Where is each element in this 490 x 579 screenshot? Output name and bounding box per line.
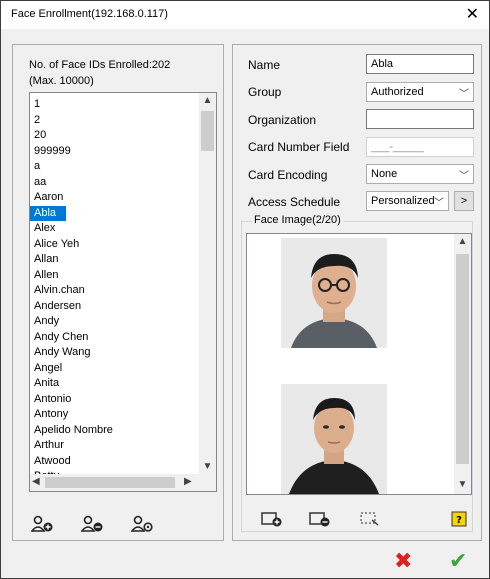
enrolled-count: No. of Face IDs Enrolled:202 (Max. 10000… bbox=[29, 57, 170, 89]
scroll-up-icon[interactable]: ▲ bbox=[454, 236, 471, 247]
group-select-value: Authorized bbox=[371, 86, 424, 98]
name-input[interactable]: Abla bbox=[366, 54, 474, 74]
add-photo-icon[interactable] bbox=[261, 511, 283, 527]
face-id-list[interactable]: 1 2 20 999999 a aa Aaron Abla Alex Alice Yeh Allan… bbox=[29, 92, 217, 492]
face-id-list-items: 1 2 20 999999 a aa Aaron Abla Alex Alice Yeh Allan… bbox=[30, 97, 198, 485]
svg-text:?: ? bbox=[456, 515, 462, 526]
list-item[interactable]: Allan bbox=[30, 252, 198, 268]
hscroll-thumb[interactable] bbox=[45, 477, 175, 488]
list-item[interactable]: Angel bbox=[30, 361, 198, 377]
face-photo-1[interactable] bbox=[281, 238, 387, 348]
list-item[interactable]: 999999 bbox=[30, 144, 198, 160]
chevron-down-icon: ﹀ bbox=[434, 198, 444, 209]
list-item[interactable]: Alvin.chan bbox=[30, 283, 198, 299]
group-select[interactable]: Authorized ﹀ bbox=[366, 82, 474, 102]
list-item[interactable]: a bbox=[30, 159, 198, 175]
card-number-input[interactable]: ___-_____ bbox=[366, 137, 474, 157]
list-item[interactable]: Apelido Nombre bbox=[30, 423, 198, 439]
list-item[interactable]: Abla bbox=[30, 205, 66, 221]
face-scroll-thumb[interactable] bbox=[456, 254, 469, 464]
list-item[interactable]: Arthur bbox=[30, 438, 198, 454]
search-user-icon[interactable] bbox=[130, 515, 155, 533]
list-item[interactable]: Alice Yeh bbox=[30, 237, 198, 253]
scroll-right-icon[interactable]: ▶ bbox=[184, 476, 192, 487]
access-schedule-label: Access Schedule bbox=[248, 195, 341, 209]
title-bar: Face Enrollment(192.168.0.117) ✕ bbox=[1, 1, 489, 29]
scroll-down-icon[interactable]: ▼ bbox=[454, 479, 471, 490]
add-user-icon[interactable] bbox=[30, 515, 55, 533]
face-image-box[interactable]: ▲ ▼ bbox=[246, 233, 472, 495]
delete-photo-icon[interactable] bbox=[309, 511, 331, 527]
window-title: Face Enrollment(192.168.0.117) bbox=[11, 8, 168, 20]
face-photo-2[interactable] bbox=[281, 384, 387, 494]
cancel-button[interactable]: ✖ bbox=[394, 548, 412, 574]
list-item[interactable]: 20 bbox=[30, 128, 198, 144]
list-item[interactable]: aa bbox=[30, 175, 198, 191]
list-item[interactable]: Andy bbox=[30, 314, 198, 330]
list-horizontal-scrollbar[interactable]: ◀ ▶ bbox=[30, 474, 216, 491]
list-item[interactable]: Anita bbox=[30, 376, 198, 392]
list-item[interactable]: Allen bbox=[30, 268, 198, 284]
enrolled-count-text: No. of Face IDs Enrolled:202 bbox=[29, 59, 171, 71]
scroll-down-icon[interactable]: ▼ bbox=[199, 461, 216, 472]
access-schedule-select[interactable]: Personalized ﹀ bbox=[366, 191, 449, 211]
face-image-label: Face Image(2/20) bbox=[252, 214, 343, 226]
user-details-panel: Name Abla Group Authorized ﹀ Organizatio… bbox=[232, 44, 482, 541]
card-encoding-select[interactable]: None ﹀ bbox=[366, 164, 474, 184]
list-item[interactable]: Atwood bbox=[30, 454, 198, 470]
card-encoding-label: Card Encoding bbox=[248, 168, 328, 182]
list-item[interactable]: Andy Chen bbox=[30, 330, 198, 346]
card-encoding-value: None bbox=[371, 168, 398, 180]
crop-icon[interactable] bbox=[359, 511, 381, 527]
list-item[interactable]: Andy Wang bbox=[30, 345, 198, 361]
access-schedule-value: Personalized bbox=[371, 195, 435, 207]
chevron-down-icon: ﹀ bbox=[459, 171, 469, 182]
close-icon[interactable]: ✕ bbox=[466, 4, 479, 24]
list-item[interactable]: 2 bbox=[30, 113, 198, 129]
chevron-down-icon: ﹀ bbox=[459, 89, 469, 100]
list-item[interactable]: Antonio bbox=[30, 392, 198, 408]
schedule-detail-button[interactable]: > bbox=[454, 191, 474, 211]
organization-input[interactable] bbox=[366, 109, 474, 129]
card-number-label: Card Number Field bbox=[248, 140, 350, 154]
remove-user-icon[interactable] bbox=[80, 515, 105, 533]
max-count-text: (Max. 10000) bbox=[29, 75, 94, 87]
list-item[interactable]: Andersen bbox=[30, 299, 198, 315]
organization-label: Organization bbox=[248, 113, 317, 127]
face-scrollbar[interactable]: ▲ ▼ bbox=[454, 234, 471, 494]
list-item[interactable]: 1 bbox=[30, 97, 198, 113]
list-item[interactable]: Alex bbox=[30, 221, 198, 237]
scroll-up-icon[interactable]: ▲ bbox=[199, 95, 216, 106]
group-label: Group bbox=[248, 85, 282, 99]
help-icon[interactable]: ? bbox=[451, 511, 473, 527]
list-vertical-scrollbar[interactable]: ▲ ▼ bbox=[199, 93, 216, 474]
scroll-thumb[interactable] bbox=[201, 111, 214, 151]
ok-button[interactable]: ✔ bbox=[449, 548, 467, 574]
scroll-left-icon[interactable]: ◀ bbox=[32, 476, 40, 487]
enrolled-list-panel: No. of Face IDs Enrolled:202 (Max. 10000… bbox=[12, 44, 224, 541]
list-item[interactable]: Antony bbox=[30, 407, 198, 423]
name-label: Name bbox=[248, 58, 281, 72]
face-enrollment-window: Face Enrollment(192.168.0.117) ✕ No. of … bbox=[0, 0, 490, 579]
list-item[interactable]: Aaron bbox=[30, 190, 198, 206]
